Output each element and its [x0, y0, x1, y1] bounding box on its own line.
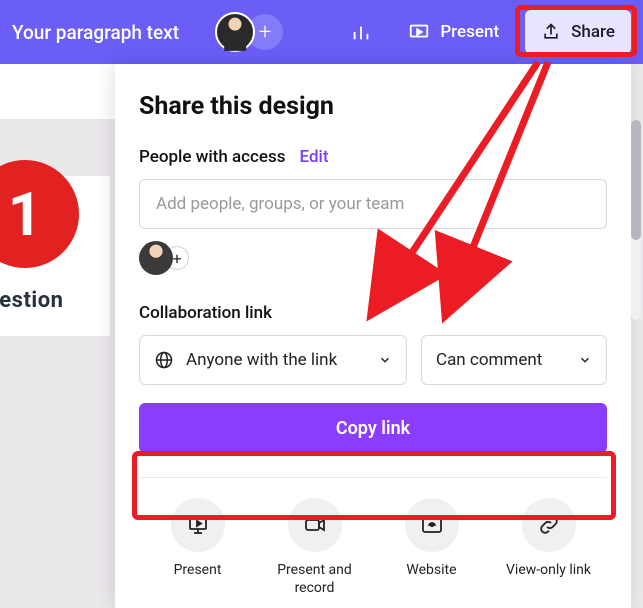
action-label: Present [174, 562, 222, 580]
share-label: Share [571, 22, 615, 42]
link-scope-value: Anyone with the link [186, 350, 337, 370]
chevron-down-icon [578, 353, 592, 367]
action-circle [522, 498, 576, 552]
presentation-icon [408, 21, 430, 43]
collab-link-label: Collaboration link [139, 303, 607, 323]
permission-value: Can comment [436, 350, 542, 370]
left-white-strip [0, 64, 115, 119]
add-people-placeholder: Add people, groups, or your team [156, 194, 404, 214]
avatar-group: + [215, 12, 283, 52]
link-scope-dropdown[interactable]: Anyone with the link [139, 335, 407, 385]
action-present[interactable]: Present [143, 498, 253, 597]
design-title[interactable]: Your paragraph text [12, 21, 207, 44]
upload-icon [541, 22, 561, 42]
action-circle [171, 498, 225, 552]
record-icon [303, 513, 327, 537]
share-panel: Share this design People with access Edi… [115, 64, 631, 608]
insights-button[interactable] [340, 11, 382, 53]
scrollbar-thumb[interactable] [631, 120, 641, 240]
permission-dropdown[interactable]: Can comment [421, 335, 607, 385]
link-icon [537, 513, 561, 537]
top-bar: Your paragraph text + Present Share [0, 0, 643, 64]
slide-number-circle: 1 [0, 160, 79, 268]
add-people-input[interactable]: Add people, groups, or your team [139, 179, 607, 229]
access-row: People with access Edit [139, 147, 607, 167]
action-circle [288, 498, 342, 552]
bar-chart-icon [350, 21, 372, 43]
present-icon [186, 513, 210, 537]
action-website[interactable]: Website [377, 498, 487, 597]
share-panel-title: Share this design [139, 92, 607, 121]
user-avatar[interactable] [215, 12, 255, 52]
action-label: Website [406, 562, 456, 580]
edit-access-link[interactable]: Edit [300, 147, 329, 167]
present-button[interactable]: Present [390, 11, 517, 53]
globe-icon [154, 350, 174, 370]
divider [139, 477, 607, 478]
action-label: View-only link [506, 562, 591, 580]
share-actions-row: Present Present and record Website View-… [139, 498, 607, 597]
action-present-record[interactable]: Present and record [260, 498, 370, 597]
copy-link-label: Copy link [336, 418, 410, 439]
link-settings-row: Anyone with the link Can comment [139, 335, 607, 385]
chevron-down-icon [378, 353, 392, 367]
share-button[interactable]: Share [525, 10, 631, 54]
copy-link-button[interactable]: Copy link [139, 403, 607, 453]
members-row: + [139, 241, 607, 275]
access-label: People with access [139, 147, 286, 167]
action-label: Present and record [260, 562, 370, 597]
website-icon [420, 513, 444, 537]
slide-text: uestion [0, 288, 64, 313]
action-view-only[interactable]: View-only link [494, 498, 604, 597]
present-label: Present [440, 22, 499, 42]
slide-preview: 1 uestion [0, 176, 110, 336]
member-avatar[interactable] [139, 241, 173, 275]
action-circle [405, 498, 459, 552]
